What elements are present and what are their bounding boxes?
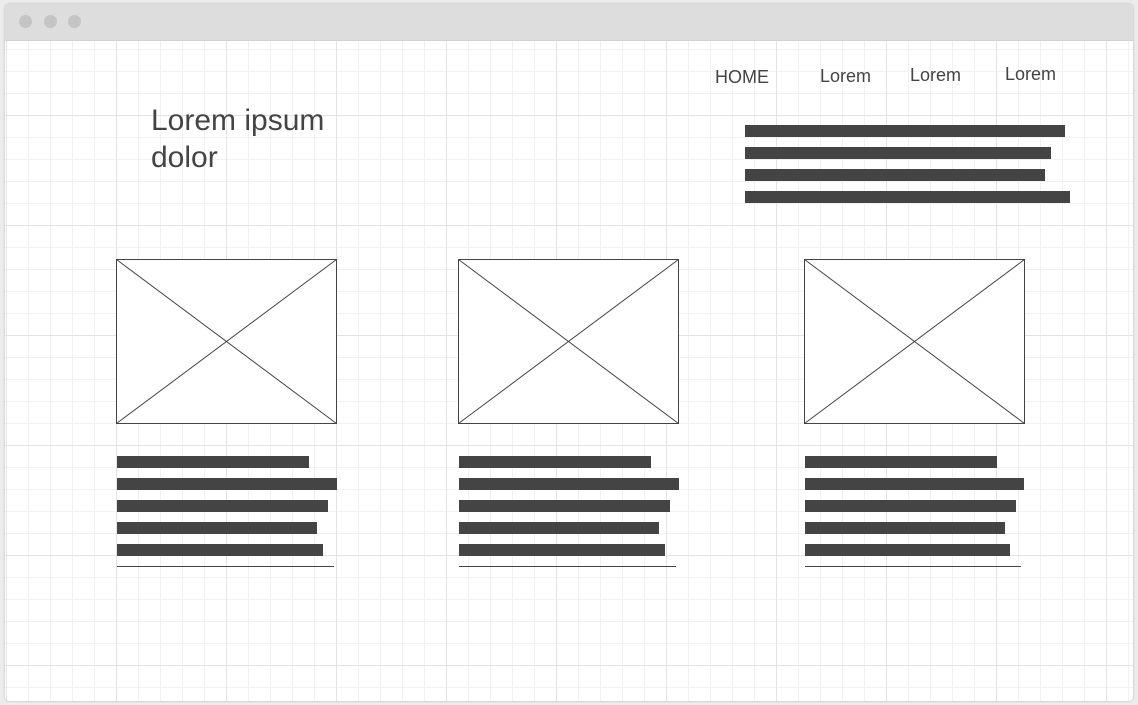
- text-line-placeholder: [459, 456, 651, 468]
- page-title: Lorem ipsum dolor: [151, 102, 391, 176]
- text-line-placeholder: [117, 544, 323, 556]
- page-title-line-1: Lorem ipsum: [151, 104, 325, 137]
- text-line-placeholder: [805, 544, 1010, 556]
- text-line-placeholder: [117, 522, 317, 534]
- card-divider: [117, 566, 334, 567]
- nav-link-3[interactable]: Lorem: [1005, 64, 1056, 85]
- nav-link-2[interactable]: Lorem: [910, 65, 961, 86]
- text-line-placeholder: [459, 544, 665, 556]
- nav-link-1[interactable]: Lorem: [820, 66, 871, 87]
- text-line-placeholder: [117, 500, 328, 512]
- page-title-line-2: dolor: [151, 141, 218, 174]
- text-line-placeholder: [745, 125, 1065, 137]
- window-maximize-button[interactable]: [68, 15, 81, 28]
- card-divider: [459, 566, 676, 567]
- text-line-placeholder: [745, 147, 1051, 159]
- image-placeholder-icon: [458, 259, 679, 424]
- text-line-placeholder: [805, 456, 997, 468]
- image-placeholder-icon: [804, 259, 1025, 424]
- text-line-placeholder: [459, 522, 659, 534]
- text-line-placeholder: [117, 456, 309, 468]
- text-line-placeholder: [117, 478, 337, 490]
- window-close-button[interactable]: [19, 15, 32, 28]
- text-line-placeholder: [805, 500, 1016, 512]
- browser-window: HOME Lorem Lorem Lorem Lorem ipsum dolor: [5, 4, 1133, 701]
- card-divider: [805, 566, 1021, 567]
- window-minimize-button[interactable]: [44, 15, 57, 28]
- text-line-placeholder: [805, 522, 1005, 534]
- text-line-placeholder: [459, 500, 670, 512]
- text-line-placeholder: [745, 169, 1045, 181]
- window-titlebar: [5, 4, 1133, 41]
- nav-home-link[interactable]: HOME: [715, 67, 769, 88]
- image-placeholder-icon: [116, 259, 337, 424]
- text-line-placeholder: [805, 478, 1024, 490]
- text-line-placeholder: [459, 478, 679, 490]
- text-line-placeholder: [745, 191, 1070, 203]
